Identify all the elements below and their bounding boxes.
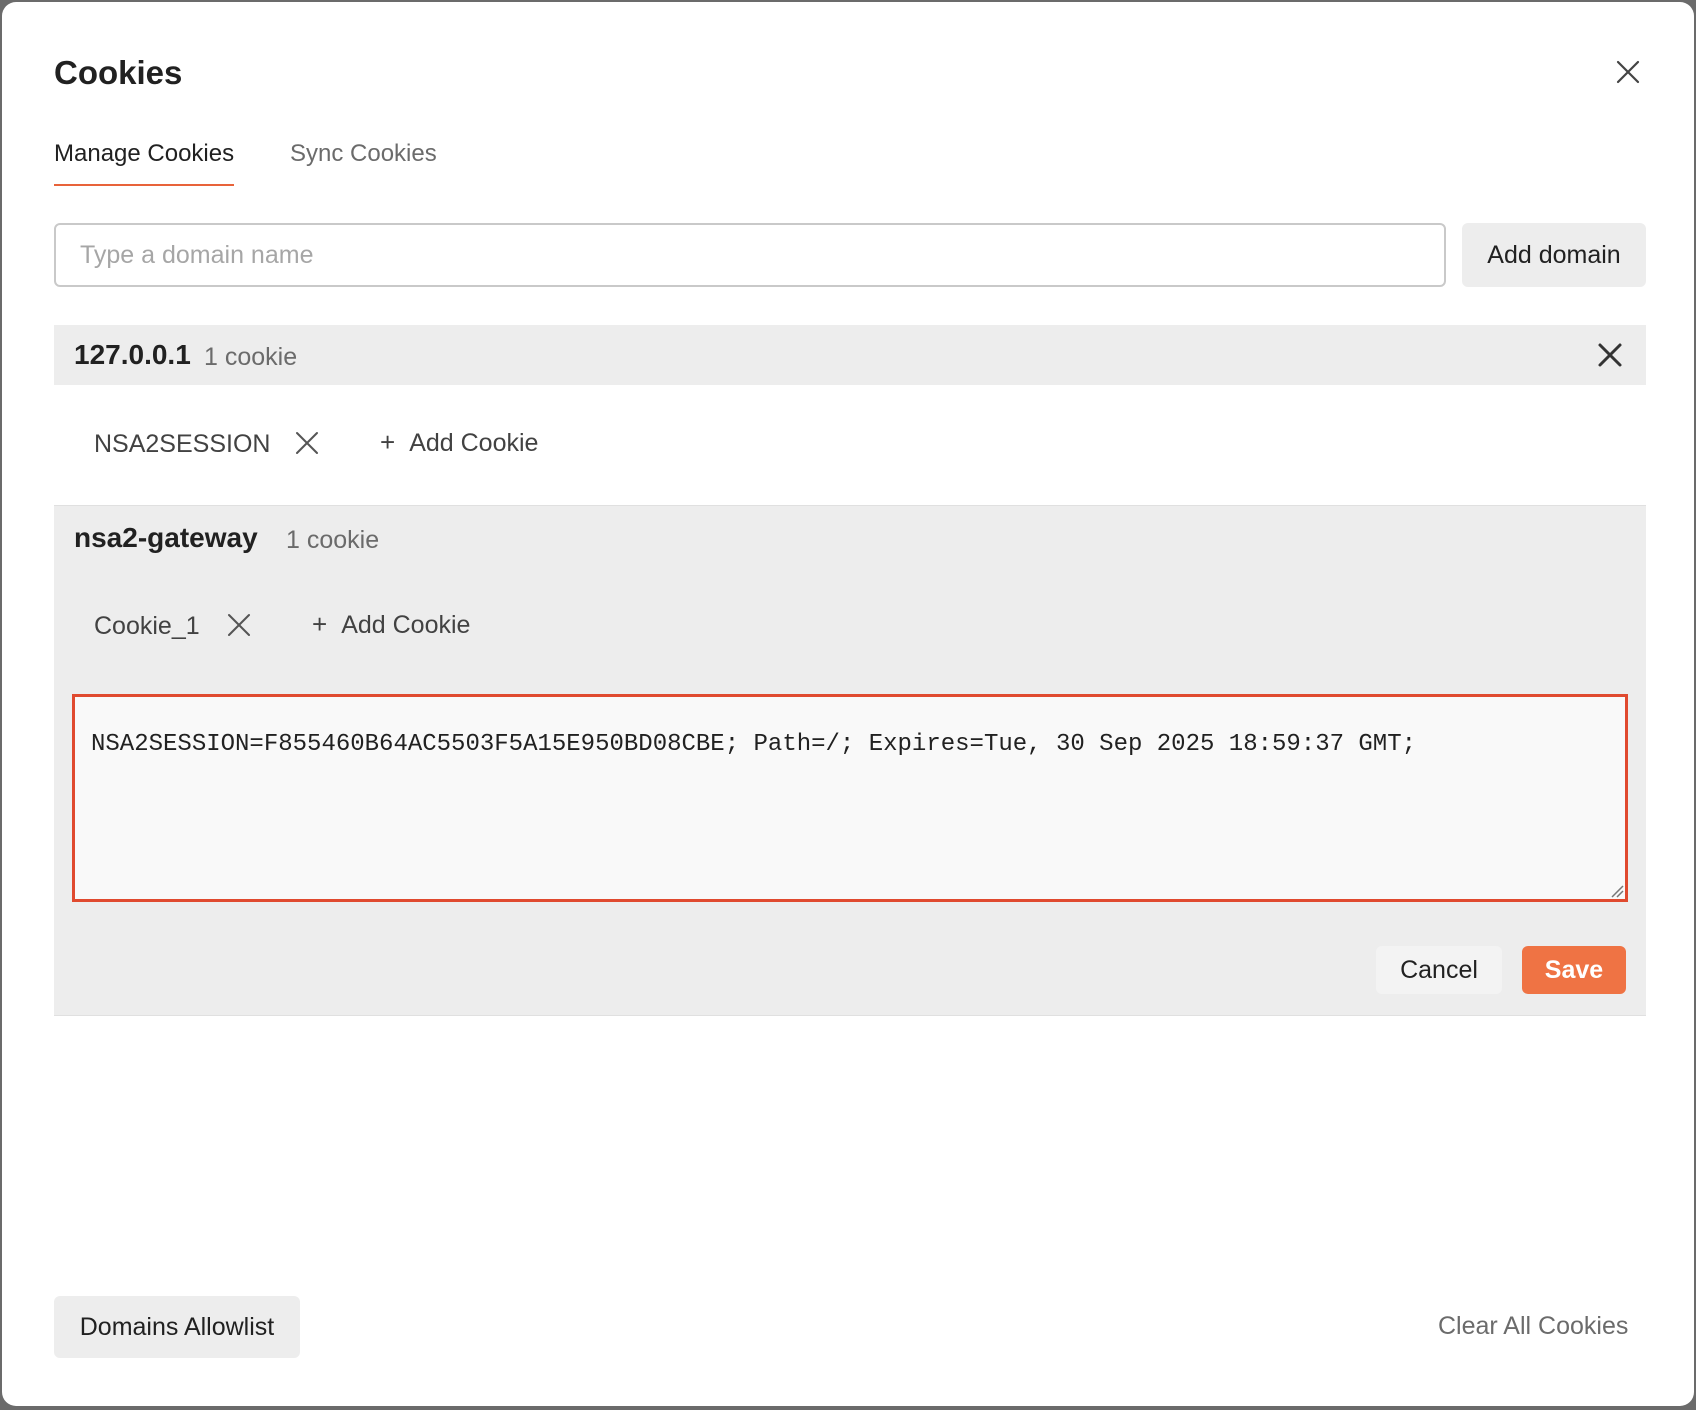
- cookie-chip-cookie-1[interactable]: Cookie_1: [94, 612, 200, 641]
- domains-allowlist-button[interactable]: Domains Allowlist: [54, 1296, 300, 1358]
- resize-handle-icon[interactable]: [1610, 884, 1624, 898]
- domain-name[interactable]: nsa2-gateway: [74, 522, 258, 554]
- cookie-editor-textarea[interactable]: NSA2SESSION=F855460B64AC5503F5A15E950BD0…: [72, 694, 1628, 902]
- domain-cookie-count: 1 cookie: [286, 526, 380, 554]
- cookies-dialog: Cookies Manage Cookies Sync Cookies Add …: [2, 2, 1694, 1406]
- add-domain-button[interactable]: Add domain: [1462, 223, 1646, 287]
- add-cookie-button[interactable]: + Add Cookie: [380, 427, 538, 458]
- add-cookie-button[interactable]: + Add Cookie: [312, 609, 470, 640]
- cancel-button[interactable]: Cancel: [1376, 946, 1502, 994]
- dialog-title: Cookies: [54, 54, 183, 91]
- add-cookie-label: Add Cookie: [409, 429, 539, 457]
- add-cookie-label: Add Cookie: [341, 611, 471, 639]
- plus-icon: +: [312, 609, 328, 639]
- remove-cookie-icon[interactable]: [226, 612, 252, 638]
- domain-section-nsa2-gateway: nsa2-gateway 1 cookie Cookie_1 + Add Cook…: [54, 505, 1646, 1016]
- domain-cookie-count: 1 cookie: [204, 343, 298, 371]
- domain-name: 127.0.0.1: [74, 339, 191, 370]
- plus-icon: +: [380, 427, 396, 457]
- cookie-chip-nsa2session[interactable]: NSA2SESSION: [94, 430, 270, 459]
- domain-name-input[interactable]: [54, 223, 1446, 287]
- domain-header-127-0-0-1[interactable]: 127.0.0.1 1 cookie: [54, 325, 1646, 385]
- tab-sync-cookies[interactable]: Sync Cookies: [290, 140, 437, 184]
- remove-domain-icon[interactable]: [1594, 339, 1626, 371]
- remove-cookie-icon[interactable]: [294, 430, 320, 456]
- close-icon[interactable]: [1610, 54, 1646, 90]
- clear-all-cookies-link[interactable]: Clear All Cookies: [1438, 1312, 1628, 1341]
- tab-manage-cookies[interactable]: Manage Cookies: [54, 140, 235, 186]
- save-button[interactable]: Save: [1522, 946, 1626, 994]
